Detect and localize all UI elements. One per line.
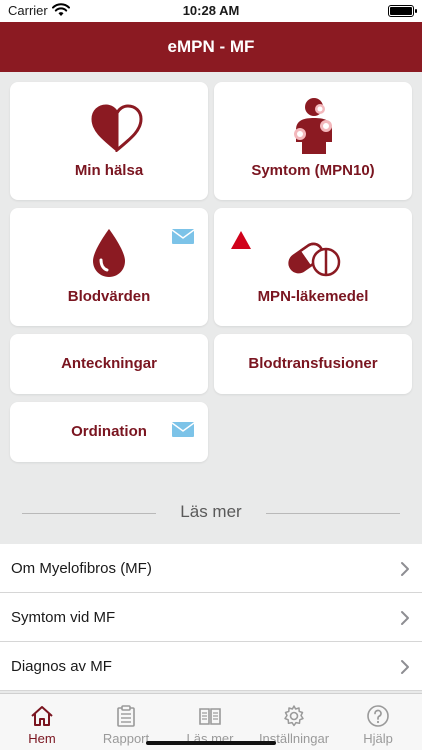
tile-anteckningar[interactable]: Anteckningar bbox=[10, 334, 208, 394]
home-indicator bbox=[146, 741, 276, 745]
chevron-right-icon bbox=[401, 562, 409, 576]
tile-label: Min hälsa bbox=[74, 162, 144, 179]
las-mer-header: Läs mer bbox=[0, 496, 422, 532]
status-time: 10:28 AM bbox=[182, 3, 240, 18]
tab-hjalp[interactable]: Hjälp bbox=[336, 694, 420, 750]
tile-label: Anteckningar bbox=[61, 355, 157, 372]
home-icon bbox=[31, 706, 53, 726]
tab-label: Hjälp bbox=[363, 731, 393, 746]
warning-triangle-icon bbox=[231, 231, 251, 249]
list-item[interactable]: Om Myelofibros (MF) bbox=[0, 544, 422, 593]
chevron-right-icon bbox=[401, 660, 409, 674]
tile-min-halsa[interactable]: Min hälsa bbox=[10, 82, 208, 200]
blood-drop-icon bbox=[93, 229, 125, 277]
divider bbox=[266, 513, 400, 514]
tile-label: Symtom (MPN10) bbox=[251, 162, 375, 179]
status-bar: Carrier 10:28 AM bbox=[0, 0, 422, 22]
tile-blodtransfusioner[interactable]: Blodtransfusioner bbox=[214, 334, 412, 394]
tab-hem[interactable]: Hem bbox=[0, 694, 84, 750]
list-item[interactable]: Symtom vid MF bbox=[0, 593, 422, 642]
help-icon bbox=[367, 705, 389, 727]
chevron-right-icon bbox=[401, 611, 409, 625]
body-pain-icon bbox=[294, 98, 332, 154]
tile-blodvarden[interactable]: Blodvärden bbox=[10, 208, 208, 326]
tile-symtom[interactable]: Symtom (MPN10) bbox=[214, 82, 412, 200]
book-icon bbox=[199, 708, 221, 725]
gear-icon bbox=[284, 705, 304, 727]
heart-icon bbox=[91, 104, 143, 152]
tile-ordination[interactable]: Ordination bbox=[10, 402, 208, 462]
tile-label: Blodvärden bbox=[67, 288, 151, 305]
list-item[interactable]: Diagnos av MF bbox=[0, 642, 422, 691]
tab-label: Hem bbox=[28, 731, 56, 746]
battery-icon bbox=[388, 5, 417, 17]
tile-lakemedel[interactable]: MPN-läkemedel bbox=[214, 208, 412, 326]
mail-icon bbox=[172, 229, 194, 244]
list-item-label: Symtom vid MF bbox=[11, 609, 116, 626]
las-mer-heading: Läs mer bbox=[180, 502, 242, 521]
clipboard-icon bbox=[117, 705, 135, 727]
las-mer-list: Om Myelofibros (MF) Symtom vid MF Diagno… bbox=[0, 544, 422, 691]
mail-icon bbox=[172, 422, 194, 437]
list-item-label: Om Myelofibros (MF) bbox=[11, 560, 152, 577]
list-item-label: Diagnos av MF bbox=[11, 658, 112, 675]
tile-label: MPN-läkemedel bbox=[257, 288, 369, 305]
nav-title: eMPN - MF bbox=[0, 22, 422, 72]
tile-label: Blodtransfusioner bbox=[248, 355, 378, 372]
pills-icon bbox=[288, 240, 341, 277]
